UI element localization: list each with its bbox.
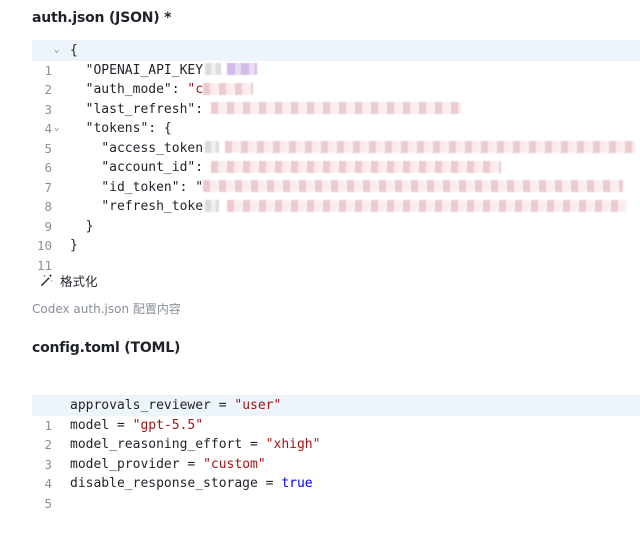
editor-line[interactable]: 10 } <box>32 217 640 254</box>
json-separator: : " <box>179 179 204 195</box>
toml-key: model_provider <box>70 456 180 472</box>
config-toml-editor[interactable]: 1 approvals_reviewer = "user" 2 model = … <box>32 395 640 511</box>
editor-line[interactable]: 1 approvals_reviewer = "user" <box>32 396 640 433</box>
chevron-down-icon[interactable]: ⌄ <box>54 41 59 61</box>
auth-json-hint: Codex auth.json 配置内容 <box>32 302 181 316</box>
redacted-value <box>203 82 254 95</box>
editor-line[interactable]: 5 disable_response_storage = true <box>32 474 640 511</box>
toml-key: model_reasoning_effort <box>70 437 243 452</box>
redacted-value <box>227 63 258 75</box>
json-key: "account_id" <box>101 160 196 175</box>
toml-string-value: "user" <box>234 398 282 413</box>
toml-key: disable_response_storage <box>70 476 258 491</box>
json-key: "OPENAI_API_KEY <box>85 62 204 78</box>
toml-string-value: "gpt-5.5" <box>132 417 204 433</box>
toml-separator: = <box>210 398 235 413</box>
editor-line[interactable]: 8 "id_token": " <box>32 178 640 214</box>
editor-line[interactable]: 5 ⌄ "tokens": { <box>32 119 640 156</box>
format-button-label: 格式化 <box>60 273 98 289</box>
editor-line[interactable]: 11 } <box>32 236 640 273</box>
toml-separator: = <box>109 417 133 433</box>
editor-line[interactable]: 6 "access_token <box>32 139 640 175</box>
json-key: "auth_mode" <box>85 82 172 97</box>
toml-key: model <box>70 417 110 433</box>
line-number: 5 <box>44 495 52 511</box>
code-text: } <box>85 218 94 234</box>
json-separator: : <box>195 101 211 117</box>
toml-string-value: "custom" <box>203 456 266 472</box>
redacted-value <box>227 199 628 212</box>
json-key: "last_refresh" <box>85 101 196 117</box>
redacted-value <box>205 199 220 212</box>
auth-json-title: auth.json (JSON) * <box>32 10 172 26</box>
editor-line[interactable]: 3 model_reasoning_effort = "xhigh" <box>32 435 640 472</box>
magic-wand-icon <box>41 273 53 286</box>
json-key: "tokens" <box>85 121 149 136</box>
json-key: "id_token" <box>101 179 180 195</box>
config-toml-title: config.toml (TOML) <box>32 340 181 356</box>
redacted-value <box>205 63 222 75</box>
editor-line[interactable]: 1 ⌄ { <box>32 41 640 78</box>
redacted-value <box>205 141 220 153</box>
json-string-value: "c <box>187 82 204 97</box>
format-button[interactable]: 格式化 <box>40 270 98 290</box>
json-separator: : <box>171 82 188 97</box>
redacted-value <box>225 141 636 153</box>
redacted-value <box>210 102 461 114</box>
toml-string-value: "xhigh" <box>265 437 321 452</box>
toml-separator: = <box>257 476 282 491</box>
editor-line[interactable]: 4 "last_refresh": <box>32 100 640 136</box>
toml-separator: = <box>179 456 204 472</box>
json-key: "access_token <box>101 140 204 156</box>
json-separator: : { <box>148 121 172 136</box>
redacted-value <box>203 180 624 192</box>
json-key: "refresh_toke <box>101 199 204 214</box>
editor-line[interactable]: 7 "account_id": <box>32 158 640 195</box>
redacted-value <box>210 160 501 173</box>
code-text: { <box>70 43 78 58</box>
auth-json-editor[interactable]: 1 ⌄ { 2 "OPENAI_API_KEY 3 "auth_mode": "… <box>32 40 640 273</box>
code-text: } <box>70 238 78 253</box>
toml-separator: = <box>242 437 266 452</box>
toml-boolean-value: true <box>281 476 313 491</box>
chevron-down-icon[interactable]: ⌄ <box>54 119 59 139</box>
toml-key: approvals_reviewer <box>70 398 211 413</box>
json-separator: : <box>195 160 211 175</box>
editor-line[interactable]: 4 model_provider = "custom" <box>32 455 640 492</box>
editor-line[interactable]: 2 "OPENAI_API_KEY <box>32 61 640 97</box>
editor-line[interactable]: 3 "auth_mode": "c <box>32 80 640 117</box>
editor-line[interactable]: 9 "refresh_toke <box>32 197 640 234</box>
editor-line[interactable]: 2 model = "gpt-5.5" <box>32 416 640 453</box>
